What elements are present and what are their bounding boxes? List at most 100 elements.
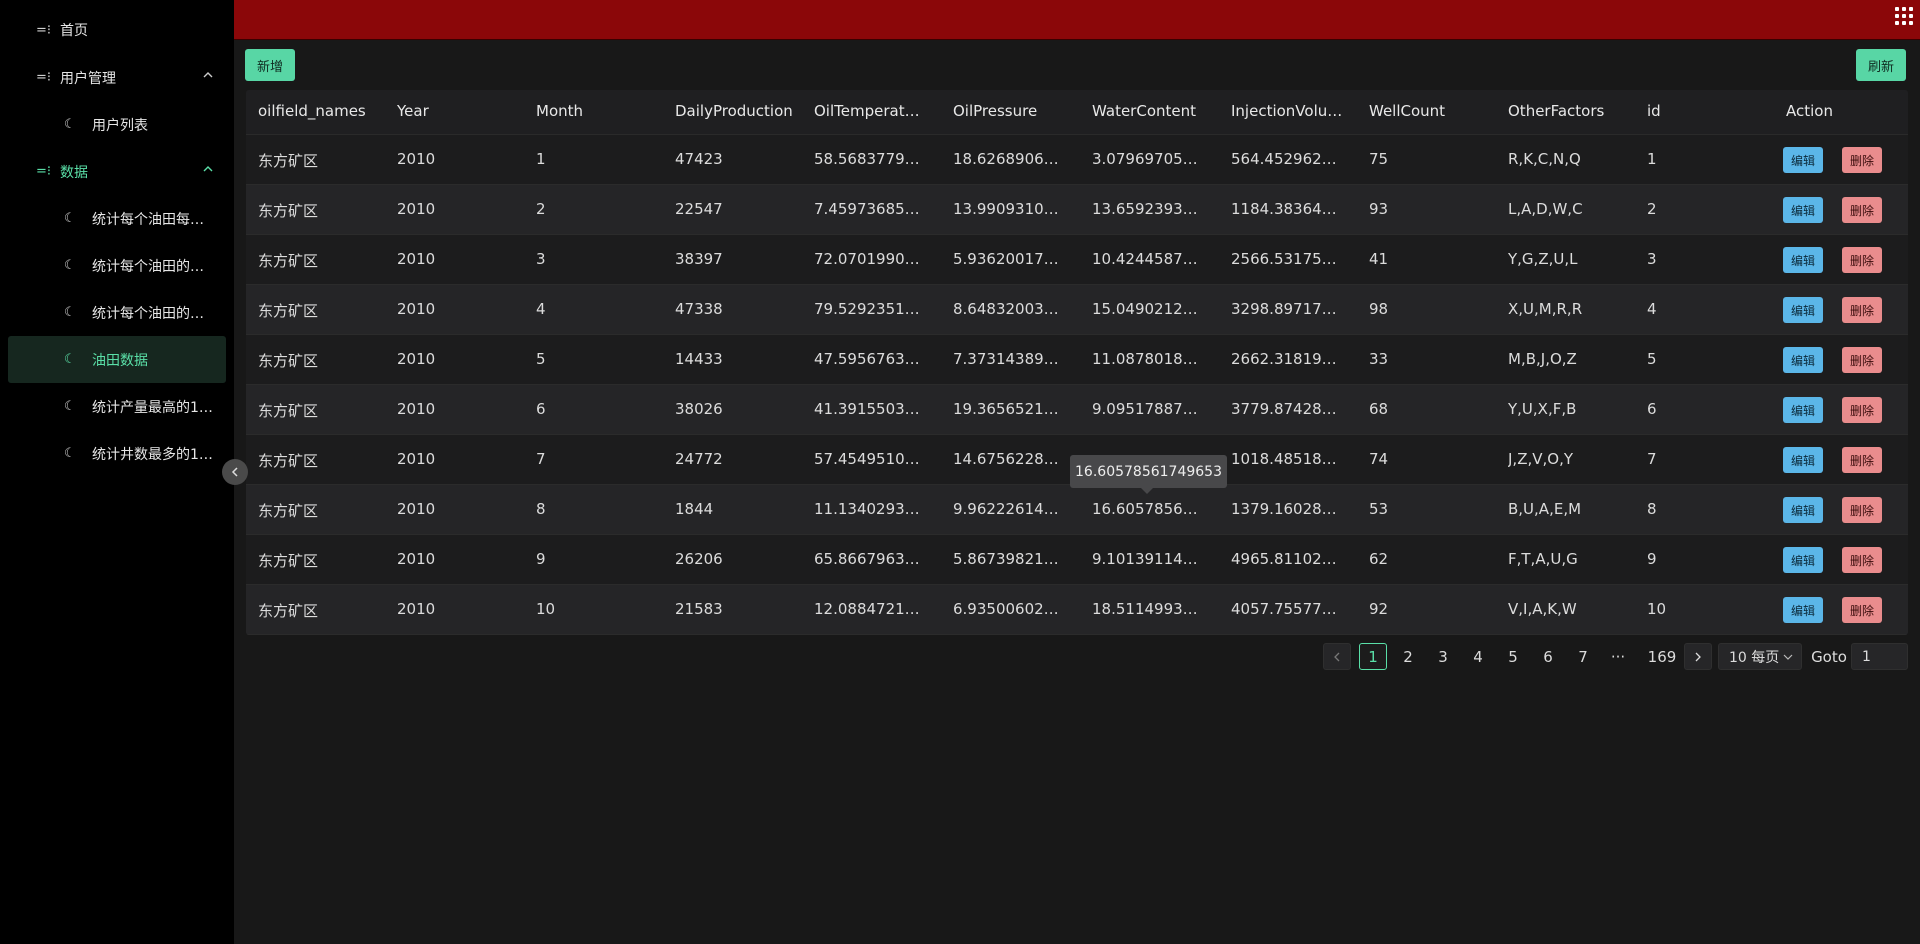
sidebar-item-data-3[interactable]: ☾ 统计每个油田的平... xyxy=(0,289,234,336)
table-cell: 2010 xyxy=(397,200,436,218)
edit-button[interactable]: 编辑 xyxy=(1783,347,1824,373)
delete-button[interactable]: 删除 xyxy=(1842,147,1883,173)
delete-button[interactable]: 删除 xyxy=(1842,397,1883,423)
edit-button[interactable]: 编辑 xyxy=(1783,497,1824,523)
table-cell: 65.8667963902... xyxy=(814,550,929,568)
table-cell: 2010 xyxy=(397,500,436,518)
table-cell: 38397 xyxy=(675,250,723,268)
table-row: 东方矿区 2010 2 22547 7.45973685334... 13.9909310… xyxy=(246,185,1908,235)
sidebar-group-data[interactable]: =⁝ 数据 xyxy=(0,148,234,195)
delete-button[interactable]: 删除 xyxy=(1842,197,1883,223)
sidebar-item-oilfield-data[interactable]: ☾ 油田数据 xyxy=(8,336,226,383)
table-cell: 东方矿区 xyxy=(258,552,319,570)
table-cell: 14.6756228792... xyxy=(953,450,1068,468)
table-cell: 2010 xyxy=(397,300,436,318)
table-cell: 564.452962780... xyxy=(1231,150,1346,168)
table-row: 东方矿区 2010 9 26206 65.8667963902... 5.86739821… xyxy=(246,535,1908,585)
column-header: WellCount xyxy=(1369,102,1446,120)
table-cell: 72.0701990941... xyxy=(814,250,929,268)
table-row: 东方矿区 2010 10 21583 12.0884721897... 6.9350060… xyxy=(246,585,1908,635)
prev-page-button[interactable] xyxy=(1323,643,1351,670)
table-cell: 15.0490212765... xyxy=(1092,300,1207,318)
moon-icon: ☾ xyxy=(64,258,76,273)
add-button[interactable]: 新增 xyxy=(245,49,296,81)
delete-button[interactable]: 删除 xyxy=(1842,247,1883,273)
edit-button[interactable]: 编辑 xyxy=(1783,197,1824,223)
apps-grid-icon[interactable] xyxy=(1894,6,1914,26)
table-cell: 2 xyxy=(536,200,546,218)
table-cell: 11.0878018260... xyxy=(1092,350,1207,368)
column-header: OilTemperature xyxy=(814,102,929,120)
menu-icon: =⁝ xyxy=(36,22,52,38)
table-cell: 16.6057856174... xyxy=(1092,500,1207,518)
page-number[interactable]: 7 xyxy=(1569,643,1597,670)
table-cell: 74 xyxy=(1369,450,1389,468)
next-page-button[interactable] xyxy=(1684,643,1712,670)
table-cell: 98 xyxy=(1369,300,1389,318)
edit-button[interactable]: 编辑 xyxy=(1783,297,1824,323)
table-cell: 2662.31819681... xyxy=(1231,350,1346,368)
edit-button[interactable]: 编辑 xyxy=(1783,147,1824,173)
sidebar-item-user-list[interactable]: ☾ 用户列表 xyxy=(0,101,234,148)
page-number[interactable]: 169 xyxy=(1645,643,1679,670)
sidebar-item-data-2[interactable]: ☾ 统计每个油田的平... xyxy=(0,242,234,289)
table-cell: 6 xyxy=(536,400,546,418)
edit-button[interactable]: 编辑 xyxy=(1783,547,1824,573)
moon-icon: ☾ xyxy=(64,399,76,414)
table-cell: 10 xyxy=(536,600,556,618)
page-number[interactable]: 6 xyxy=(1534,643,1562,670)
sidebar-item-data-6[interactable]: ☾ 统计井数最多的10... xyxy=(0,430,234,477)
table-cell: 22547 xyxy=(675,200,723,218)
table-cell: 7 xyxy=(536,450,546,468)
table-cell: 2010 xyxy=(397,450,436,468)
delete-button[interactable]: 删除 xyxy=(1842,347,1883,373)
column-header: OtherFactors xyxy=(1508,102,1605,120)
table-cell: 5 xyxy=(1647,350,1657,368)
table-cell: 11.1340293480... xyxy=(814,500,929,518)
page-number[interactable]: 2 xyxy=(1394,643,1422,670)
column-header: Month xyxy=(536,102,584,120)
table-cell: V,I,A,K,W xyxy=(1508,600,1577,618)
chevron-left-icon xyxy=(1334,652,1340,661)
table-cell: 2010 xyxy=(397,150,436,168)
table-cell: 4965.81102500... xyxy=(1231,550,1346,568)
table-cell: 2010 xyxy=(397,550,436,568)
sidebar-group-user-management[interactable]: =⁝ 用户管理 xyxy=(0,54,234,101)
edit-button[interactable]: 编辑 xyxy=(1783,247,1824,273)
moon-icon: ☾ xyxy=(64,117,76,132)
page-number[interactable]: 3 xyxy=(1429,643,1457,670)
edit-button[interactable]: 编辑 xyxy=(1783,397,1824,423)
sidebar-collapse-button[interactable] xyxy=(222,459,248,485)
table-cell: Y,G,Z,U,L xyxy=(1508,250,1578,268)
table-cell: 4 xyxy=(1647,300,1657,318)
edit-button[interactable]: 编辑 xyxy=(1783,597,1824,623)
refresh-button[interactable]: 刷新 xyxy=(1856,49,1907,81)
delete-button[interactable]: 删除 xyxy=(1842,447,1883,473)
table-cell: 47423 xyxy=(675,150,723,168)
table-cell: 7 xyxy=(1647,450,1657,468)
goto-page-input[interactable] xyxy=(1851,643,1908,670)
moon-icon: ☾ xyxy=(64,305,76,320)
column-header: InjectionVolume xyxy=(1231,102,1346,120)
page-number[interactable]: 5 xyxy=(1499,643,1527,670)
sidebar: =⁝ 首页 =⁝ 用户管理 ☾ 用户列表 =⁝ 数据 ☾ 统计每个油田每月...… xyxy=(0,0,234,944)
table-cell: 9.09517887443... xyxy=(1092,400,1207,418)
delete-button[interactable]: 删除 xyxy=(1842,497,1883,523)
table-cell: 4 xyxy=(536,300,546,318)
table-cell: 2010 xyxy=(397,600,436,618)
table-cell: 10 xyxy=(1647,600,1667,618)
table-cell: 3 xyxy=(536,250,546,268)
page-number[interactable]: 1 xyxy=(1359,643,1387,670)
sidebar-item-home[interactable]: =⁝ 首页 xyxy=(0,6,234,54)
sidebar-item-data-5[interactable]: ☾ 统计产量最高的10... xyxy=(0,383,234,430)
table-cell: 6 xyxy=(1647,400,1657,418)
delete-button[interactable]: 删除 xyxy=(1842,547,1883,573)
page-ellipsis[interactable]: ··· xyxy=(1604,643,1632,670)
delete-button[interactable]: 删除 xyxy=(1842,597,1883,623)
edit-button[interactable]: 编辑 xyxy=(1783,447,1824,473)
page-size-select[interactable]: 10 每页 xyxy=(1718,643,1802,670)
delete-button[interactable]: 删除 xyxy=(1842,297,1883,323)
table-row: 东方矿区 2010 6 38026 41.3915503047... 19.3656521… xyxy=(246,385,1908,435)
sidebar-item-data-1[interactable]: ☾ 统计每个油田每月... xyxy=(0,195,234,242)
page-number[interactable]: 4 xyxy=(1464,643,1492,670)
